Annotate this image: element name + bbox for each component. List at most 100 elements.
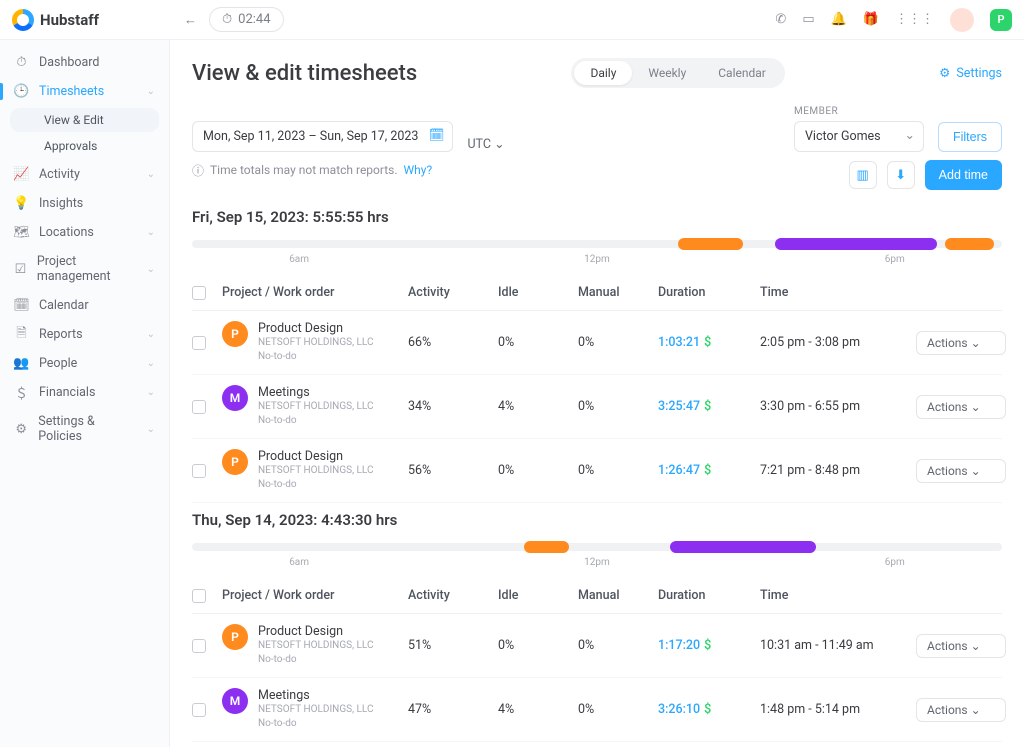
table-row: M Meetings NETSOFT HOLDINGS, LLC No-to-d… [192, 375, 1002, 439]
nav-icon: 💡 [14, 196, 29, 211]
user-avatar[interactable] [950, 8, 974, 32]
cell-manual: 0% [578, 335, 652, 350]
timezone-select[interactable]: UTC ⌄ [467, 136, 504, 152]
sidebar-item-insights[interactable]: 💡 Insights [0, 189, 169, 218]
settings-link[interactable]: ⚙ Settings [939, 65, 1002, 81]
sidebar-item-label: Insights [39, 196, 83, 211]
download-button[interactable]: ⬇ [887, 161, 915, 189]
project-name: Product Design [258, 624, 373, 639]
sidebar-sub-approvals[interactable]: Approvals [10, 134, 159, 158]
book-icon[interactable]: ▭ [802, 12, 814, 27]
tab-calendar[interactable]: Calendar [702, 61, 782, 85]
chevron-icon: ⌄ [147, 358, 155, 369]
project-todo: No-to-do [258, 478, 373, 492]
date-range-picker[interactable]: Mon, Sep 11, 2023 – Sun, Sep 17, 2023 🗓 [192, 121, 453, 152]
sidebar-item-calendar[interactable]: 🗓Calendar [0, 291, 169, 320]
cell-duration[interactable]: 1:03:21 $ [658, 335, 754, 350]
dollar-icon: $ [704, 638, 711, 653]
row-actions-button[interactable]: Actions ⌄ [916, 331, 1006, 355]
dollar-icon: $ [704, 702, 711, 717]
note-link[interactable]: Why? [404, 163, 433, 177]
sidebar-item-dashboard[interactable]: ⏱Dashboard [0, 48, 169, 77]
project-badge: M [222, 688, 248, 714]
col-idle: Idle [498, 285, 572, 300]
nav-icon: ☑ [14, 262, 27, 277]
row-actions-button[interactable]: Actions ⌄ [916, 698, 1006, 722]
apps-icon[interactable]: ⋮⋮⋮ [895, 12, 934, 27]
gift-icon[interactable]: 🎁 [863, 12, 879, 27]
chevron-icon: ⌄ [147, 86, 155, 97]
col-duration: Duration [658, 588, 754, 603]
project-org: NETSOFT HOLDINGS, LLC [258, 400, 373, 414]
tab-weekly[interactable]: Weekly [632, 61, 702, 85]
cell-idle: 4% [498, 399, 572, 414]
sidebar-item-people[interactable]: 👥People⌄ [0, 349, 169, 378]
row-checkbox[interactable] [192, 639, 206, 653]
sidebar-item-activity[interactable]: 📈Activity⌄ [0, 160, 169, 189]
chevron-icon: ⌄ [147, 227, 155, 238]
cell-idle: 0% [498, 335, 572, 350]
back-button[interactable]: ← [176, 8, 205, 32]
select-all-checkbox[interactable] [192, 589, 206, 603]
cell-activity: 34% [408, 399, 492, 414]
timeline [192, 236, 1002, 252]
row-actions-button[interactable]: Actions ⌄ [916, 459, 1006, 483]
col-project: Project / Work order [222, 588, 402, 603]
columns-button[interactable]: ▥ [849, 161, 877, 189]
cell-idle: 0% [498, 638, 572, 653]
brand-logo[interactable]: Hubstaff [12, 9, 164, 31]
project-name: Meetings [258, 688, 373, 703]
project-org: NETSOFT HOLDINGS, LLC [258, 703, 373, 717]
table-row: M Meetings NETSOFT HOLDINGS, LLC No-to-d… [192, 678, 1002, 742]
project-org: NETSOFT HOLDINGS, LLC [258, 336, 373, 350]
phone-icon[interactable]: ✆ [775, 12, 786, 27]
col-manual: Manual [578, 285, 652, 300]
sidebar-sub-view-&-edit[interactable]: View & Edit [10, 108, 159, 132]
cell-manual: 0% [578, 702, 652, 717]
sidebar-item-reports[interactable]: 🗎Reports⌄ [0, 320, 169, 349]
timeline-segment [945, 238, 994, 250]
sidebar-item-label: Project management [37, 254, 137, 284]
org-badge[interactable]: P [990, 9, 1012, 31]
cell-duration[interactable]: 1:17:20 $ [658, 638, 754, 653]
col-time: Time [760, 588, 910, 603]
tab-daily[interactable]: Daily [574, 61, 632, 85]
cell-duration[interactable]: 3:25:47 $ [658, 399, 754, 414]
chevron-icon: ⌄ [147, 387, 155, 398]
sidebar-item-settings-&-policies[interactable]: ⚙Settings & Policies⌄ [0, 407, 169, 451]
sidebar-item-project-management[interactable]: ☑ Project management ⌄ [0, 247, 169, 291]
filters-button[interactable]: Filters [938, 122, 1002, 152]
cell-duration[interactable]: 3:26:10 $ [658, 702, 754, 717]
select-all-checkbox[interactable] [192, 286, 206, 300]
cell-idle: 4% [498, 702, 572, 717]
sidebar-item-label: Timesheets [39, 84, 104, 99]
row-checkbox[interactable] [192, 703, 206, 717]
project-badge: P [222, 321, 248, 347]
member-select[interactable]: Victor Gomes [794, 121, 924, 152]
sidebar-item-locations[interactable]: 🗺Locations⌄ [0, 218, 169, 247]
project-badge: P [222, 449, 248, 475]
row-actions-button[interactable]: Actions ⌄ [916, 395, 1006, 419]
cell-activity: 66% [408, 335, 492, 350]
add-time-button[interactable]: Add time [925, 160, 1002, 190]
row-checkbox[interactable] [192, 400, 206, 414]
sidebar-item-financials[interactable]: ＄Financials⌄ [0, 378, 169, 407]
cell-duration[interactable]: 1:26:47 $ [658, 463, 754, 478]
project-badge: P [222, 624, 248, 650]
timer-widget[interactable]: ⏱ 02:44 [209, 7, 284, 32]
chevron-icon: ⌄ [147, 424, 155, 435]
chevron-icon: ⌄ [147, 329, 155, 340]
row-checkbox[interactable] [192, 464, 206, 478]
sidebar-item-label: Activity [39, 167, 80, 182]
col-activity: Activity [408, 588, 492, 603]
info-icon: ⓘ [192, 162, 204, 179]
note-text: Time totals may not match reports. [210, 163, 398, 177]
row-checkbox[interactable] [192, 336, 206, 350]
sidebar-item-label: People [39, 356, 77, 371]
sidebar-item-timesheets[interactable]: 🕒Timesheets⌄ [0, 77, 169, 106]
chevron-icon: ⌄ [147, 264, 155, 275]
project-todo: No-to-do [258, 350, 373, 364]
bell-icon[interactable]: 🔔 [831, 12, 847, 27]
row-actions-button[interactable]: Actions ⌄ [916, 634, 1006, 658]
nav-icon: ⚙ [14, 422, 28, 437]
